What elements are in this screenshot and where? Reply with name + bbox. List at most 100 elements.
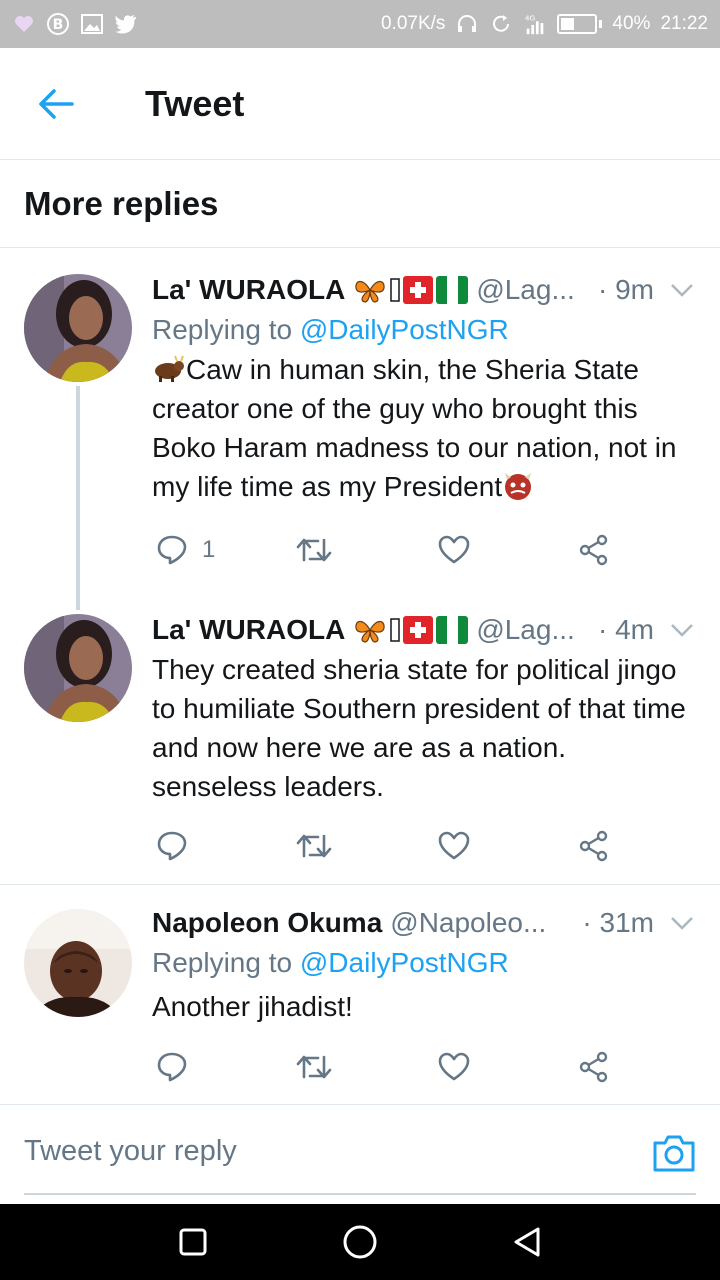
share-button[interactable] (578, 1051, 610, 1083)
tweet-item[interactable]: Napoleon Okuma @Napoleo... · 31m Replyin… (0, 885, 720, 1103)
reply-button[interactable]: 1 (156, 534, 215, 566)
tweet-header: La' WURAOLA @Lag... · 4m (152, 610, 696, 650)
reply-icon (157, 1052, 187, 1082)
display-name[interactable]: Napoleon Okuma (152, 907, 382, 939)
app-header: Tweet (0, 48, 720, 160)
tweet-time: · 4m (598, 614, 654, 645)
back-button[interactable] (0, 48, 112, 160)
tweet-text-block: Caw in human skin, the Sheria State crea… (152, 350, 696, 506)
tweet-actions (152, 1047, 612, 1087)
heart-icon (438, 831, 470, 860)
like-button[interactable] (438, 535, 470, 565)
twitter-bird-icon (114, 12, 138, 36)
avatar[interactable] (24, 274, 132, 382)
nigeria-flag-icon (436, 616, 469, 644)
reply-button[interactable] (156, 1051, 188, 1083)
battery-indicator (557, 14, 603, 34)
page-title: Tweet (145, 82, 245, 124)
battery-percent: 40% (612, 13, 651, 34)
back-nav-button[interactable] (507, 1222, 547, 1262)
retweet-icon (296, 834, 332, 858)
bitcoin-icon: B (46, 12, 70, 36)
reply-icon (157, 535, 187, 565)
camera-button[interactable] (652, 1133, 696, 1173)
tweet-menu-button[interactable] (668, 623, 696, 637)
ogre-emoji-icon (505, 473, 532, 500)
notification-heart-icon (12, 12, 36, 36)
network-speed: 0.07K/s (380, 13, 446, 34)
tweet-header: Napoleon Okuma @Napoleo... · 31m (152, 903, 696, 943)
more-replies-header: More replies (0, 160, 720, 248)
share-button[interactable] (578, 830, 610, 862)
retweet-button[interactable] (296, 1053, 332, 1081)
reply-input[interactable]: Tweet your reply (24, 1135, 237, 1168)
butterfly-icon (355, 620, 385, 643)
replying-to-handle[interactable]: @DailyPostNGR (300, 314, 509, 345)
tweet-time: · 9m (598, 274, 654, 305)
square-icon (179, 1228, 207, 1256)
retweet-button[interactable] (296, 832, 332, 860)
name-emojis (353, 276, 469, 304)
svg-text:B: B (53, 17, 64, 33)
avatar[interactable] (24, 614, 132, 722)
network-type: 4G (525, 13, 536, 22)
share-icon (579, 534, 608, 566)
swiss-flag-icon (403, 616, 434, 644)
ox-emoji-icon (155, 355, 184, 382)
signal-icon: 4G (523, 12, 547, 36)
like-button[interactable] (438, 1052, 470, 1082)
status-bar: B 0.07K/s 4G 40% 21:22 (0, 0, 720, 48)
tweet-content: La' WURAOLA @Lag... · 9m Replying to @Da… (152, 270, 696, 506)
system-nav-bar (0, 1204, 720, 1280)
tweet-actions (152, 826, 612, 866)
replying-to-handle[interactable]: @DailyPostNGR (300, 947, 509, 978)
tweet-menu-button[interactable] (668, 916, 696, 930)
triangle-back-icon (514, 1227, 540, 1257)
chevron-down-icon (671, 284, 693, 297)
chevron-down-icon (671, 624, 693, 637)
tweet-item[interactable]: La' WURAOLA @Lag... · 4m They created sh… (0, 608, 720, 885)
retweet-icon (296, 1055, 332, 1079)
replying-to: Replying to @DailyPostNGR (152, 943, 696, 983)
user-handle: @Lag... (476, 614, 575, 645)
reply-button[interactable] (156, 830, 188, 862)
user-handle: @Napoleo... (390, 907, 547, 938)
missing-glyph-icon (390, 618, 401, 642)
display-name[interactable]: La' WURAOLA (152, 614, 345, 646)
tweet-menu-button[interactable] (668, 283, 696, 297)
tweet-time: · 31m (582, 907, 654, 938)
status-left-icons: B (12, 12, 138, 36)
tweet-text: They created sheria state for political … (152, 654, 686, 802)
reply-input-underline (24, 1193, 696, 1195)
heart-icon (438, 1052, 470, 1081)
heart-icon (438, 535, 470, 564)
retweet-icon (296, 538, 332, 562)
retweet-button[interactable] (296, 536, 332, 564)
reply-count: 1 (202, 536, 216, 563)
tweet-header: La' WURAOLA @Lag... · 9m (152, 270, 696, 310)
section-title: More replies (24, 184, 219, 222)
tweet-content: Napoleon Okuma @Napoleo... · 31m Replyin… (152, 903, 696, 1026)
chevron-down-icon (671, 917, 693, 930)
avatar[interactable] (24, 909, 132, 1017)
nigeria-flag-icon (436, 276, 469, 304)
home-button[interactable] (340, 1222, 380, 1262)
tweet-actions: 1 (152, 530, 612, 570)
recents-button[interactable] (173, 1222, 213, 1262)
reply-composer: Tweet your reply (0, 1104, 720, 1204)
like-button[interactable] (438, 831, 470, 861)
arrow-left-icon (39, 88, 74, 119)
tweet-text: Another jihadist! (152, 991, 353, 1022)
sync-icon (489, 12, 513, 36)
missing-glyph-icon (390, 278, 401, 302)
butterfly-icon (355, 280, 385, 303)
name-emojis (353, 616, 469, 644)
thread-line (76, 386, 80, 610)
tweet-item[interactable]: La' WURAOLA @Lag... · 9m Replying to @Da… (0, 248, 720, 610)
swiss-flag-icon (403, 276, 434, 304)
replying-to-prefix: Replying to (152, 314, 300, 345)
share-icon (579, 830, 608, 862)
display-name[interactable]: La' WURAOLA (152, 274, 345, 306)
tweet-text: Caw in human skin, the Sheria State crea… (152, 354, 677, 502)
share-button[interactable] (578, 534, 610, 566)
